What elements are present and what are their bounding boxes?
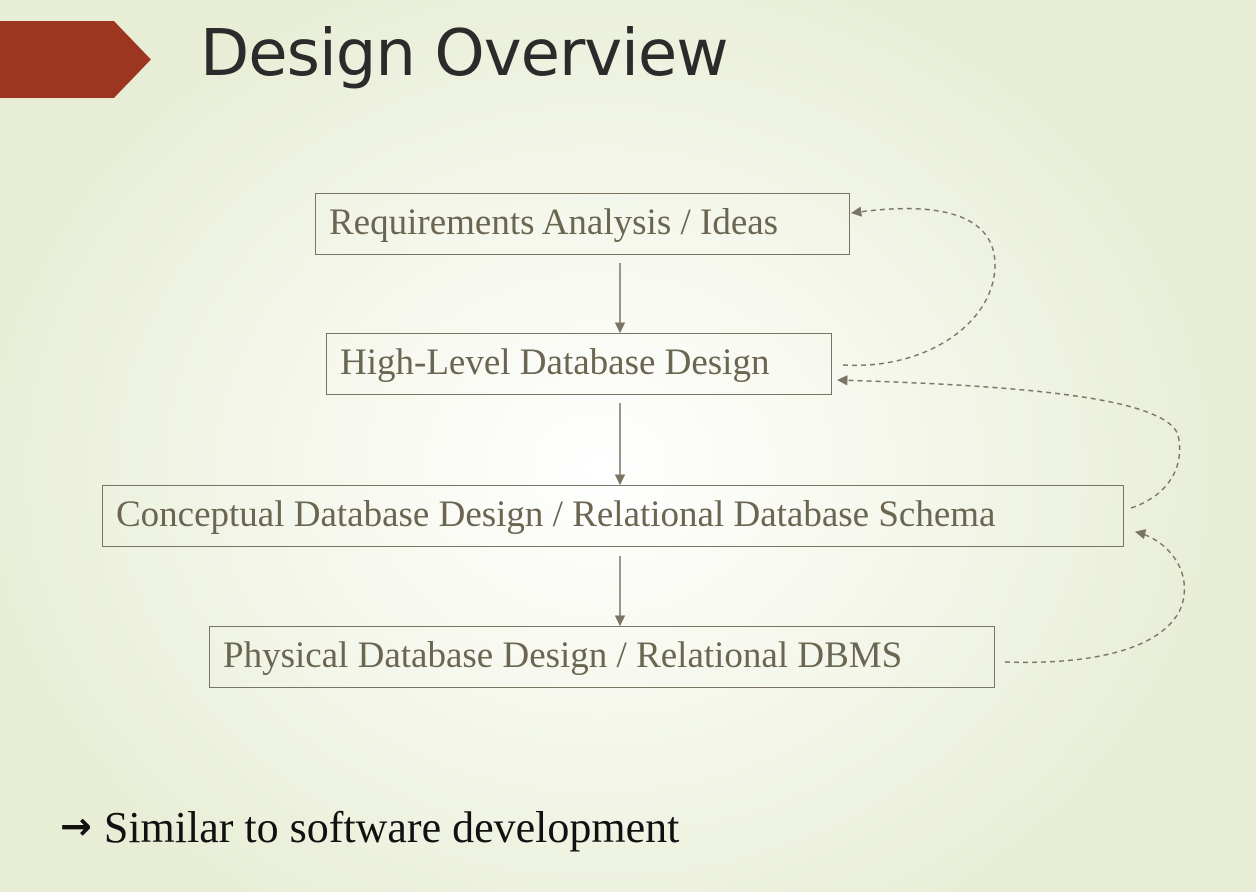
footer-note: → Similar to software development — [60, 800, 679, 857]
right-arrow-icon: → — [60, 804, 92, 848]
feedback-arrow-4-to-3 — [1004, 529, 1186, 664]
diagram-connectors — [614, 206, 1186, 664]
feedback-arrow-3-to-2 — [836, 375, 1181, 509]
footer-text: Similar to software development — [103, 803, 680, 852]
feedback-arrow-2-to-1 — [842, 206, 996, 367]
